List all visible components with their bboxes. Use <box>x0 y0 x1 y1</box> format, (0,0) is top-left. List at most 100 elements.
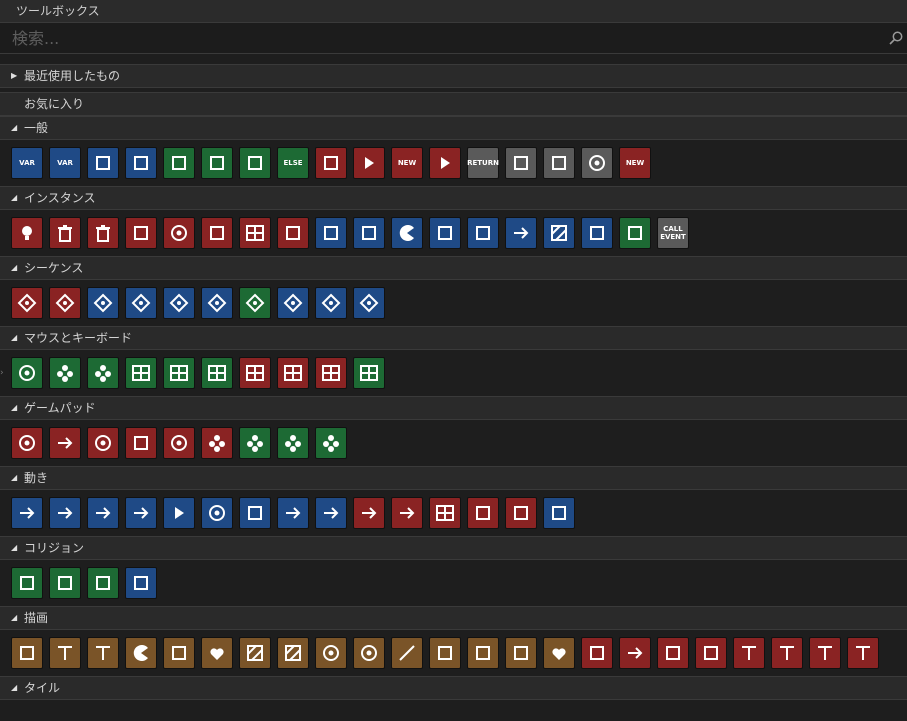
seq-crown-tool-button[interactable] <box>277 287 309 319</box>
keyboard-down-tool-button[interactable] <box>277 357 309 389</box>
dpad-circle-tool-button[interactable] <box>87 427 119 459</box>
seq-add-tool-button[interactable] <box>11 287 43 319</box>
draw-frame-tool-button[interactable] <box>581 637 613 669</box>
section-header-8[interactable]: ◢ タイル <box>0 676 907 700</box>
sprite-flip-tool-button[interactable] <box>581 217 613 249</box>
hearts-tool-button[interactable] <box>201 637 233 669</box>
select-gear-tool-button[interactable] <box>619 217 651 249</box>
command-tool-button[interactable] <box>467 497 499 529</box>
font-tool-button[interactable] <box>733 637 765 669</box>
grid-snap-tool-button[interactable] <box>429 497 461 529</box>
bulb-tool-button[interactable] <box>11 217 43 249</box>
circle-arrow-tool-button[interactable] <box>201 497 233 529</box>
if-unknown-tool-button[interactable] <box>239 147 271 179</box>
hatch-circle-tool-button[interactable] <box>315 637 347 669</box>
if-tree-tool-button[interactable] <box>163 147 195 179</box>
bounce-tool-button[interactable] <box>315 497 347 529</box>
trophy-tool-button[interactable] <box>467 637 499 669</box>
collision-box-tool-button[interactable] <box>11 567 43 599</box>
text-indent-tool-button[interactable] <box>847 637 879 669</box>
seq-brace-tool-button[interactable] <box>239 287 271 319</box>
gather-tool-button[interactable] <box>353 217 385 249</box>
mountain-tool-button[interactable] <box>695 637 727 669</box>
bar-tool-button[interactable] <box>505 637 537 669</box>
random-move-tool-button[interactable] <box>125 497 157 529</box>
var-global-tool-button[interactable] <box>125 147 157 179</box>
else-tool-button[interactable]: ELSE <box>277 147 309 179</box>
line-tool-button[interactable] <box>391 637 423 669</box>
collision-point-tool-button[interactable] <box>87 567 119 599</box>
panel-splitter[interactable]: › <box>0 368 6 382</box>
var-local-tool-button[interactable] <box>87 147 119 179</box>
buttons-red-tool-button[interactable] <box>201 427 233 459</box>
rotate-tool-button[interactable] <box>429 217 461 249</box>
mouse-circle-tool-button[interactable] <box>11 357 43 389</box>
alarm-tool-button[interactable] <box>163 217 195 249</box>
mouse-up-tool-button[interactable] <box>87 357 119 389</box>
script-tool-button[interactable] <box>315 147 347 179</box>
section-header-4[interactable]: ◢ ゲームパッド <box>0 396 907 420</box>
heart-bar-tool-button[interactable] <box>543 637 575 669</box>
key-tool-button[interactable] <box>505 147 537 179</box>
turn-tool-button[interactable] <box>353 497 385 529</box>
spread-tool-button[interactable] <box>315 217 347 249</box>
buttons-green-tool-button[interactable] <box>239 427 271 459</box>
buttons-green2-tool-button[interactable] <box>277 427 309 459</box>
seq-up-tool-button[interactable] <box>163 287 195 319</box>
move-tool-button[interactable] <box>11 497 43 529</box>
wrap-tool-button[interactable] <box>277 497 309 529</box>
seq-merge-tool-button[interactable] <box>353 287 385 319</box>
seq-split-tool-button[interactable] <box>315 287 347 319</box>
radial-circle-tool-button[interactable] <box>353 637 385 669</box>
section-header-6[interactable]: ◢ コリジョン <box>0 536 907 560</box>
section-favorites-header[interactable]: お気に入り <box>0 92 907 116</box>
timer-frame-tool-button[interactable] <box>201 217 233 249</box>
seq-play-tool-button[interactable] <box>87 287 119 319</box>
play-tool-button[interactable] <box>353 147 385 179</box>
turn-right-tool-button[interactable] <box>391 497 423 529</box>
trash-tool-button[interactable] <box>87 217 119 249</box>
destroy-tool-button[interactable] <box>49 217 81 249</box>
gradient-square-tool-button[interactable] <box>277 637 309 669</box>
new-chevron-tool-button[interactable]: NEW <box>619 147 651 179</box>
seq-house-tool-button[interactable] <box>201 287 233 319</box>
keyboard-tool-button[interactable] <box>239 357 271 389</box>
draw-arrow-tool-button[interactable] <box>619 637 651 669</box>
export-tool-button[interactable] <box>49 427 81 459</box>
image-tool-button[interactable] <box>657 637 689 669</box>
hatch-square-tool-button[interactable] <box>239 637 271 669</box>
pacman-tool-button[interactable] <box>391 217 423 249</box>
section-header-2[interactable]: ◢ シーケンス <box>0 256 907 280</box>
section-header-1[interactable]: ◢ インスタンス <box>0 186 907 210</box>
crosshair-tool-button[interactable] <box>11 427 43 459</box>
grid-up-tool-button[interactable] <box>201 357 233 389</box>
seq-home-tool-button[interactable] <box>49 287 81 319</box>
land-tool-button[interactable] <box>543 497 575 529</box>
fast-forward-tool-button[interactable] <box>429 147 461 179</box>
target-tool-button[interactable] <box>163 427 195 459</box>
healthbar-tool-button[interactable] <box>429 637 461 669</box>
return-tool-button[interactable]: RETURN <box>467 147 499 179</box>
section-header-0[interactable]: ◢ 一般 <box>0 116 907 140</box>
gamepad-person-tool-button[interactable] <box>125 427 157 459</box>
text-doc-tool-button[interactable] <box>809 637 841 669</box>
gravity-tool-button[interactable] <box>239 497 271 529</box>
sprite-draw-tool-button[interactable] <box>163 637 195 669</box>
keyboard-green-tool-button[interactable] <box>353 357 385 389</box>
code-block-tool-button[interactable]: NEW <box>391 147 423 179</box>
instance-grid-tool-button[interactable] <box>239 217 271 249</box>
close-circle-tool-button[interactable] <box>581 147 613 179</box>
section-recent-header[interactable]: ▶ 最近使用したもの <box>0 64 907 88</box>
mouse-down-tool-button[interactable] <box>49 357 81 389</box>
grid-down-tool-button[interactable] <box>163 357 195 389</box>
search-icon[interactable] <box>889 31 903 45</box>
run-tool-button[interactable] <box>467 217 499 249</box>
collision-wall-tool-button[interactable] <box>49 567 81 599</box>
text-tool-button[interactable] <box>49 637 81 669</box>
jump-to-tool-button[interactable] <box>87 497 119 529</box>
square-gradient-tool-button[interactable] <box>543 217 575 249</box>
path-tool-button[interactable] <box>505 497 537 529</box>
keyboard-cursor-tool-button[interactable] <box>315 357 347 389</box>
move-alt-tool-button[interactable] <box>49 497 81 529</box>
instance-flag-tool-button[interactable] <box>277 217 309 249</box>
